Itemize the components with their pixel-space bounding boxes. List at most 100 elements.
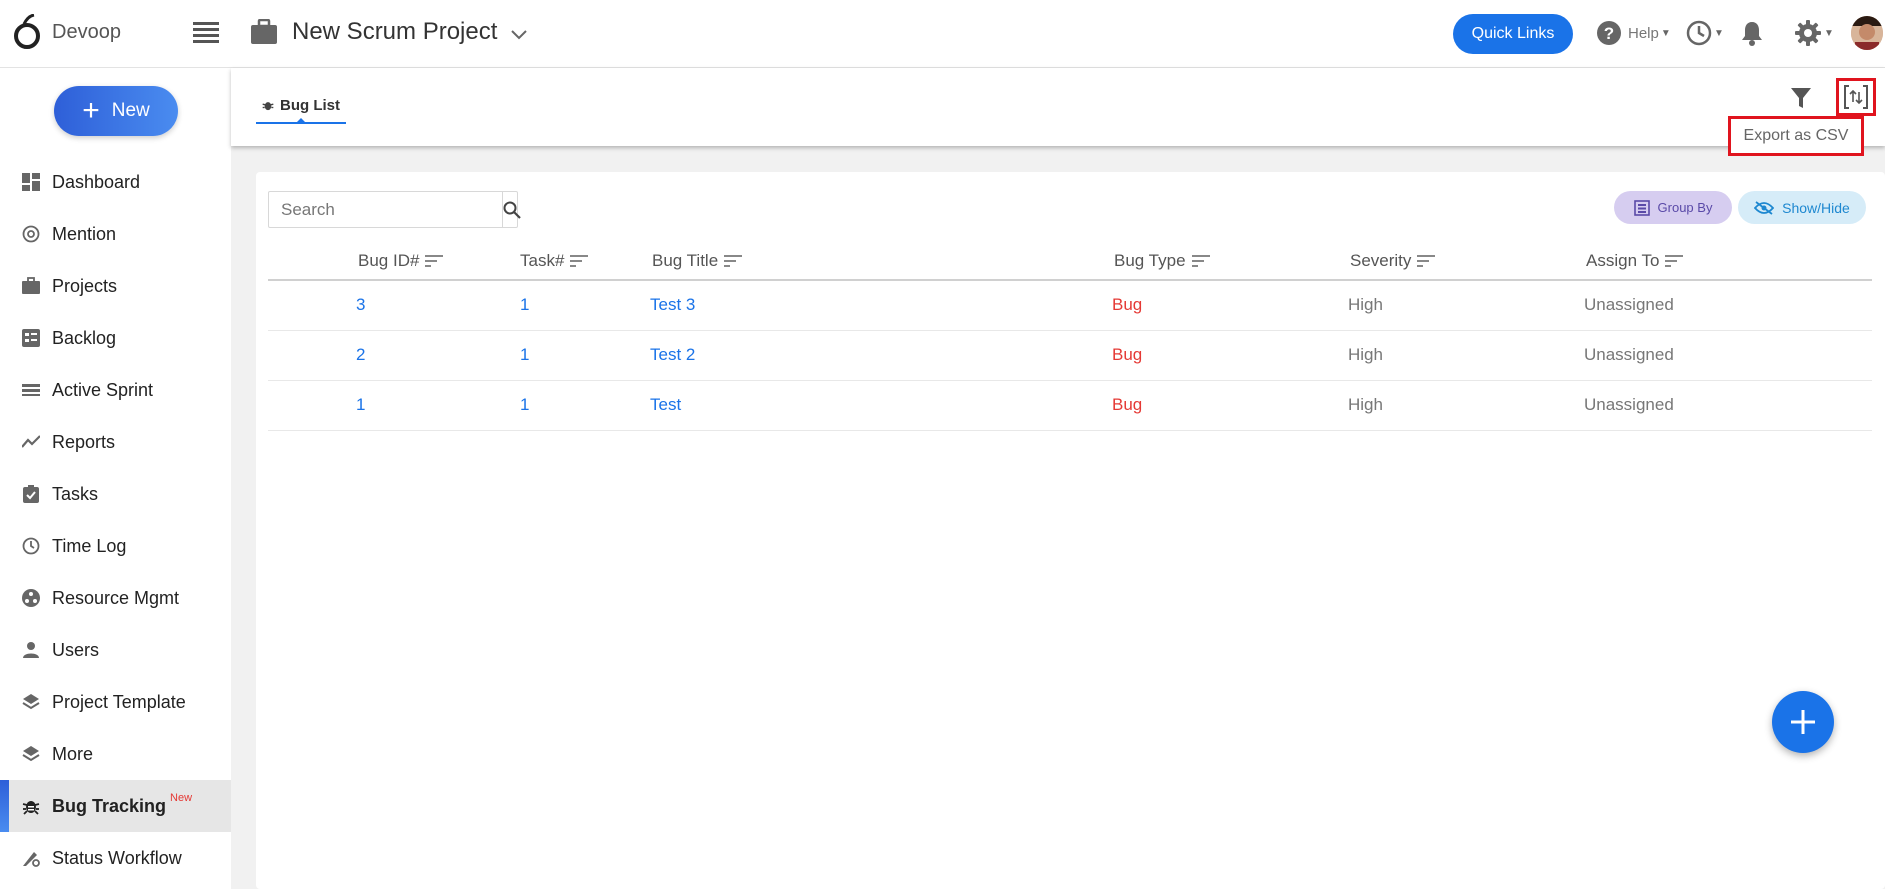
table-header-row: Bug ID# Task# Bug Title Bug Type Severit… xyxy=(268,242,1872,281)
column-header-task[interactable]: Task# xyxy=(470,242,604,281)
sidebar-item-time-log[interactable]: Time Log xyxy=(0,520,231,572)
trend-icon xyxy=(22,435,40,448)
new-button[interactable]: + New xyxy=(54,86,178,136)
column-header-bug-title[interactable]: Bug Title xyxy=(604,242,1086,281)
tab-bug-list[interactable]: Bug List xyxy=(256,88,346,124)
workflow-icon xyxy=(23,852,40,867)
severity-cell: High xyxy=(1348,295,1383,315)
sort-icon xyxy=(1417,255,1436,268)
task-link[interactable]: 1 xyxy=(520,295,529,314)
sidebar-item-project-template[interactable]: Project Template xyxy=(0,676,231,728)
sidebar-item-label: Bug Tracking xyxy=(52,795,167,816)
sidebar-item-label: Backlog xyxy=(52,327,117,348)
sidebar-item-active-sprint[interactable]: Active Sprint xyxy=(0,364,231,416)
column-label: Bug Title xyxy=(652,250,719,270)
sidebar-item-label: Project Template xyxy=(52,691,186,712)
bug-id-link[interactable]: 1 xyxy=(356,395,365,414)
search-input[interactable] xyxy=(269,192,502,227)
layers-icon xyxy=(22,694,40,710)
resource-icon xyxy=(22,589,40,607)
recent-history-menu[interactable]: ▼ xyxy=(1686,20,1724,46)
notifications-bell-icon[interactable] xyxy=(1740,20,1764,51)
svg-text:?: ? xyxy=(1604,24,1614,43)
user-avatar[interactable] xyxy=(1851,16,1883,50)
sidebar-item-label: Users xyxy=(52,639,100,660)
logo-text: Devoop xyxy=(52,20,121,43)
menu-toggle-icon[interactable] xyxy=(193,22,219,44)
chevron-down-icon xyxy=(511,30,528,40)
sidebar-item-bug-tracking[interactable]: Bug Tracking New xyxy=(0,780,231,832)
sidebar-item-backlog[interactable]: Backlog xyxy=(0,312,231,364)
bug-type-cell: Bug xyxy=(1112,295,1143,315)
help-menu[interactable]: ? Help ▼ xyxy=(1596,20,1671,46)
search-icon xyxy=(503,201,521,219)
bug-title-link[interactable]: Test 2 xyxy=(650,345,695,364)
assignee-cell: Unassigned xyxy=(1584,295,1674,315)
column-label: Bug ID# xyxy=(358,250,420,270)
bug-table: Bug ID# Task# Bug Title Bug Type Severit… xyxy=(268,242,1872,431)
bug-type-cell: Bug xyxy=(1112,395,1143,414)
project-selector[interactable]: New Scrum Project xyxy=(250,18,528,46)
sidebar-item-more[interactable]: More xyxy=(0,728,231,780)
bug-list-panel: Group By Show/Hide Bug ID# Task# Bug Tit… xyxy=(256,172,1885,889)
group-by-button[interactable]: Group By xyxy=(1614,191,1732,224)
quick-links-button[interactable]: Quick Links xyxy=(1453,14,1573,54)
clock-icon xyxy=(1686,20,1712,46)
table-row[interactable]: 2 1 Test 2 Bug High Unassigned xyxy=(268,330,1872,381)
user-icon xyxy=(23,642,39,658)
search-button[interactable] xyxy=(502,192,521,227)
severity-cell: High xyxy=(1348,345,1383,364)
plus-icon: + xyxy=(82,94,100,127)
show-hide-label: Show/Hide xyxy=(1782,199,1850,216)
sidebar-item-mention[interactable]: Mention xyxy=(0,208,231,260)
plus-icon xyxy=(1791,710,1815,734)
sidebar-item-status-workflow[interactable]: Status Workflow xyxy=(0,832,231,884)
column-label: Severity xyxy=(1350,250,1412,270)
search-box xyxy=(268,191,521,228)
eye-off-icon xyxy=(1754,200,1775,215)
sidebar-item-projects[interactable]: Projects xyxy=(0,260,231,312)
settings-menu[interactable]: ▼ xyxy=(1794,19,1834,47)
help-label: Help xyxy=(1628,24,1659,42)
dashboard-icon xyxy=(22,173,40,191)
export-icon[interactable] xyxy=(1836,78,1876,116)
sidebar-item-resource-mgmt[interactable]: Resource Mgmt xyxy=(0,572,231,624)
column-header-assign-to[interactable]: Assign To xyxy=(1558,242,1872,281)
layers-icon xyxy=(22,746,40,762)
tab-bar: Bug List xyxy=(231,68,1885,146)
filter-icon[interactable] xyxy=(1790,86,1812,115)
task-link[interactable]: 1 xyxy=(520,395,529,414)
caret-down-icon: ▼ xyxy=(1824,27,1834,39)
column-label: Assign To xyxy=(1586,250,1660,270)
export-csv-menu-item[interactable]: Export as CSV xyxy=(1728,116,1864,156)
backlog-icon xyxy=(22,329,40,347)
add-bug-fab-button[interactable] xyxy=(1772,691,1834,753)
caret-down-icon: ▼ xyxy=(1714,27,1724,39)
bug-title-link[interactable]: Test 3 xyxy=(650,295,695,314)
sidebar-item-dashboard[interactable]: Dashboard xyxy=(0,156,231,208)
assignee-cell: Unassigned xyxy=(1584,345,1674,364)
column-header-severity[interactable]: Severity xyxy=(1322,242,1558,281)
sort-icon xyxy=(570,255,589,268)
sprint-icon xyxy=(22,384,40,396)
sidebar-item-users[interactable]: Users xyxy=(0,624,231,676)
table-row[interactable]: 3 1 Test 3 Bug High Unassigned xyxy=(268,280,1872,331)
logo[interactable]: Devoop xyxy=(12,14,121,50)
bug-id-link[interactable]: 3 xyxy=(356,295,365,314)
bug-title-link[interactable]: Test xyxy=(650,395,681,414)
sidebar-item-reports[interactable]: Reports xyxy=(0,416,231,468)
sidebar: + New Dashboard Mention Projects Backlog… xyxy=(0,68,231,889)
bug-id-link[interactable]: 2 xyxy=(356,345,365,364)
task-link[interactable]: 1 xyxy=(520,345,529,364)
sidebar-item-tasks[interactable]: Tasks xyxy=(0,468,231,520)
assignee-cell: Unassigned xyxy=(1584,395,1674,414)
column-header-bug-id[interactable]: Bug ID# xyxy=(268,242,470,281)
show-hide-button[interactable]: Show/Hide xyxy=(1738,191,1866,224)
at-icon xyxy=(22,225,40,243)
table-row[interactable]: 1 1 Test Bug High Unassigned xyxy=(268,380,1872,431)
clock-icon xyxy=(22,537,40,555)
column-header-bug-type[interactable]: Bug Type xyxy=(1086,242,1322,281)
severity-cell: High xyxy=(1348,395,1383,414)
sort-icon xyxy=(724,255,743,268)
sidebar-item-label: Mention xyxy=(52,223,117,244)
